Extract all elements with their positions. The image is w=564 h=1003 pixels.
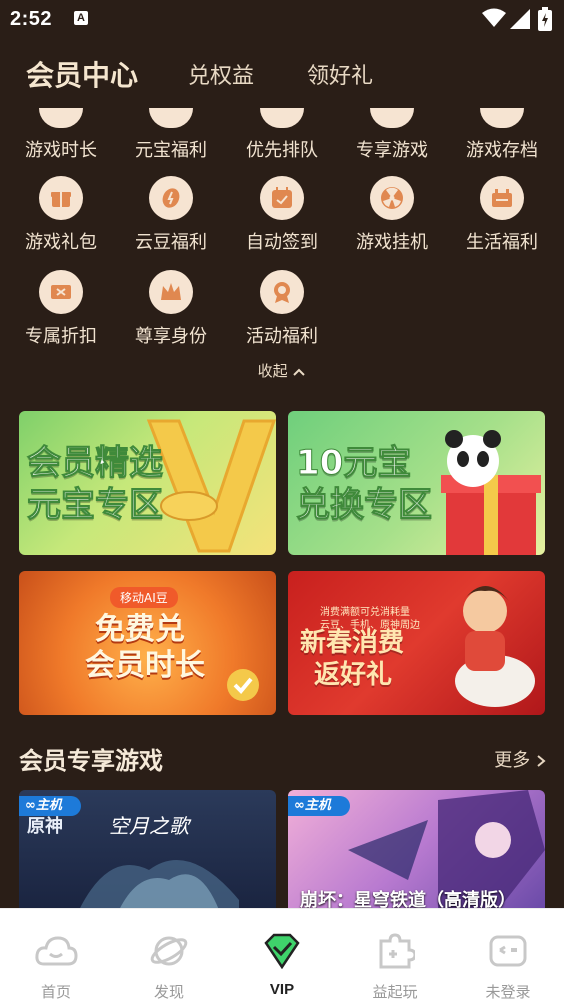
nav-label: 益起玩 — [372, 984, 418, 1001]
girl-on-horse-illustration-icon — [455, 586, 535, 707]
crown-icon — [149, 270, 193, 314]
checkmark-coin-icon — [227, 669, 259, 701]
banner-badge: 移动AI豆 — [110, 587, 178, 608]
benefit-exclusive-discount[interactable]: 专属折扣 — [6, 270, 116, 348]
tab-member-center[interactable]: 会员中心 — [26, 54, 138, 94]
benefit-label: 游戏礼包 — [25, 232, 97, 253]
vip-diamond-icon — [264, 933, 300, 969]
banner-title: 会员精选 — [27, 443, 164, 483]
banner-title: 免费兑 — [95, 612, 185, 647]
battery-icon — [538, 7, 552, 31]
nav-home[interactable]: 首页 — [0, 909, 112, 1002]
tab-redeem-benefits[interactable]: 兑权益 — [188, 58, 254, 90]
top-tab-bar: 会员中心 兑权益 领好礼 — [0, 38, 564, 110]
benefit-game-idle[interactable]: 游戏挂机 — [337, 176, 447, 254]
benefit-label: 云豆福利 — [135, 232, 207, 253]
benefit-exclusive-games[interactable]: 专享游戏 — [337, 108, 447, 162]
calendar-check-icon — [260, 176, 304, 220]
nav-label: 发现 — [153, 984, 184, 1001]
benefit-yuanbao[interactable]: 元宝福利 — [116, 108, 226, 162]
benefit-priority-queue[interactable]: 优先排队 — [227, 108, 337, 162]
benefit-cloud-bean[interactable]: 云豆福利 — [116, 176, 226, 254]
gamepad-icon — [370, 108, 414, 128]
chevron-up-icon — [293, 368, 306, 376]
planet-icon — [150, 936, 188, 966]
link-icon: ∞ — [25, 798, 36, 813]
banner-title: 返好礼 — [314, 660, 393, 690]
game-title: 崩坏：星穹铁道（高清版） — [300, 890, 516, 910]
benefit-label: 活动福利 — [246, 326, 318, 347]
nav-play-together[interactable]: 益起玩 — [339, 909, 451, 1002]
collapse-button[interactable]: 收起 — [0, 360, 564, 381]
rocket-icon — [260, 108, 304, 128]
banner-ai-bean[interactable]: 移动AI豆 免费兑 会员时长 — [19, 571, 276, 715]
discount-ticket-icon — [39, 270, 83, 314]
benefit-game-gift[interactable]: 游戏礼包 — [6, 176, 116, 254]
benefit-auto-signin[interactable]: 自动签到 — [227, 176, 337, 254]
banner-title: 兑换专区 — [296, 485, 433, 525]
banner-10yuanbao-redeem[interactable]: 10元宝 兑换专区 — [288, 411, 545, 555]
chevron-right-icon — [537, 755, 546, 767]
coupon-icon — [480, 176, 524, 220]
nav-profile[interactable]: 未登录 — [452, 909, 564, 1002]
signal-icon — [510, 9, 530, 29]
banner-title: 元宝专区 — [27, 485, 164, 525]
status-bar: 2:52 A — [0, 0, 564, 38]
banner-member-yuanbao[interactable]: 会员精选 元宝专区 — [19, 411, 276, 555]
cloud-icon — [35, 936, 78, 966]
collapse-label: 收起 — [257, 362, 288, 380]
notification-a-icon: A — [74, 11, 88, 25]
bottom-nav: 首页 发现 VIP 益起玩 未登录 — [0, 908, 564, 1003]
nav-label: 首页 — [40, 984, 71, 1001]
yuanbao-icon — [149, 108, 193, 128]
bean-icon — [149, 176, 193, 220]
gift-icon — [39, 176, 83, 220]
status-time: 2:52 — [10, 8, 53, 30]
game-face-icon — [489, 935, 527, 967]
panda-icon — [445, 430, 501, 487]
nav-discover[interactable]: 发现 — [113, 909, 225, 1002]
nav-label: 未登录 — [485, 984, 531, 1001]
game-art-icon — [79, 860, 239, 910]
gold-v-icon — [146, 419, 276, 553]
nav-vip[interactable]: VIP — [226, 909, 338, 998]
nav-label: VIP — [269, 981, 295, 998]
benefit-label: 尊享身份 — [135, 326, 207, 347]
benefit-events[interactable]: 活动福利 — [227, 270, 337, 348]
banner-title: 新春消费 — [300, 628, 405, 658]
more-link[interactable]: 更多 — [494, 746, 546, 772]
clock-icon — [39, 108, 83, 128]
benefit-label: 专属折扣 — [25, 326, 97, 347]
benefit-label: 生活福利 — [466, 232, 538, 253]
more-label: 更多 — [494, 750, 531, 771]
medal-icon — [260, 270, 304, 314]
benefit-game-time[interactable]: 游戏时长 — [6, 108, 116, 162]
benefit-label: 游戏挂机 — [356, 232, 428, 253]
benefit-label: 优先排队 — [246, 140, 318, 161]
game-card-star-rail[interactable]: ∞主机 崩坏：星穹铁道（高清版） — [288, 790, 545, 910]
banner-title: 会员时长 — [85, 648, 205, 683]
benefit-label: 游戏存档 — [466, 140, 538, 161]
host-tag-label: 主机 — [35, 798, 62, 813]
benefit-label: 游戏时长 — [25, 140, 97, 161]
banner-spring-festival[interactable]: 消费满额可兑消耗量 云豆、手机、原神周边 新春消费 返好礼 — [288, 571, 545, 715]
game-logo: 原神 — [27, 816, 63, 837]
benefit-game-save[interactable]: 游戏存档 — [447, 108, 557, 162]
puzzle-icon — [379, 933, 415, 969]
tab-claim-gifts[interactable]: 领好礼 — [307, 58, 373, 90]
game-subtitle: 空月之歌 — [109, 814, 189, 838]
benefit-vip-identity[interactable]: 尊享身份 — [116, 270, 226, 348]
wifi-icon — [482, 8, 506, 27]
benefit-label: 自动签到 — [246, 232, 318, 253]
save-icon — [480, 108, 524, 128]
benefit-label: 元宝福利 — [135, 140, 207, 161]
game-card-genshin[interactable]: ∞主机 原神 空月之歌 — [19, 790, 276, 910]
benefit-label: 专享游戏 — [356, 140, 428, 161]
section-title: 会员专享游戏 — [19, 747, 163, 775]
banner-title: 10元宝 — [295, 443, 412, 483]
benefit-life[interactable]: 生活福利 — [447, 176, 557, 254]
radiation-icon — [370, 176, 414, 220]
